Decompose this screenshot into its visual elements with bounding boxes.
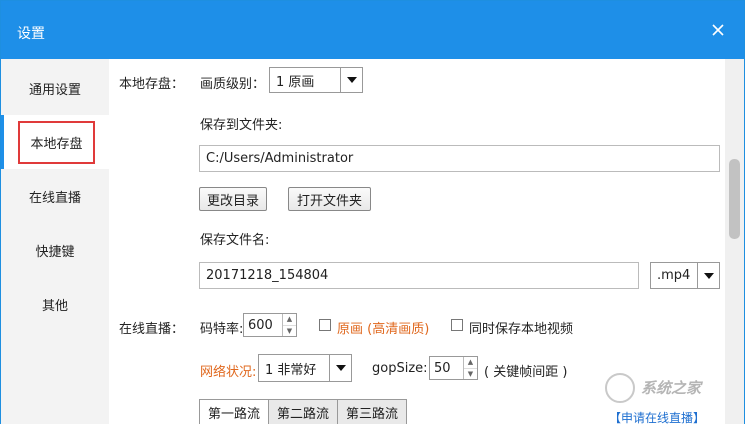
network-value: 1 非常好 [265,362,317,378]
window-title: 设置 [17,26,45,42]
network-label: 网络状况: [200,365,257,380]
quality-select[interactable]: 1 原画 [269,67,363,93]
settings-window: 设置 通用设置 本地存盘 在线直播 快捷键 其他 本地存盘： 画质级别： 1 原… [0,0,745,424]
sidebar-item-label: 其他 [41,298,68,314]
network-select[interactable]: 1 非常好 [258,354,352,382]
original-quality-checkbox[interactable] [319,319,331,331]
open-folder-button[interactable]: 打开文件夹 [288,187,371,211]
sidebar-item-label: 在线直播 [28,190,81,206]
original-quality-label: 原画 (高清画质) [337,322,430,337]
stream-tabs: 第一路流 第二路流 第三路流 [199,399,408,424]
sidebar-item-label: 本地存盘 [18,120,95,164]
chevron-down-icon[interactable] [329,355,351,381]
sidebar-item-label: 通用设置 [28,82,81,98]
settings-content: 本地存盘： 画质级别： 1 原画 保存到文件夹: C:/Users/Admini… [109,59,725,424]
save-folder-input[interactable]: C:/Users/Administrator [199,145,720,172]
bitrate-stepper[interactable]: 600 ▲ ▼ [243,313,297,337]
sidebar-item-live[interactable]: 在线直播 [1,169,109,223]
filename-label: 保存文件名: [200,233,270,248]
sidebar-item-local-storage[interactable]: 本地存盘 [1,115,109,169]
decrement-icon[interactable]: ▼ [464,369,477,380]
stepper-arrows[interactable]: ▲ ▼ [282,314,296,336]
quality-label: 画质级别： [200,77,266,92]
tab-stream-1[interactable]: 第一路流 [199,399,270,424]
save-folder-value: C:/Users/Administrator [206,151,354,166]
quality-value: 1 原画 [276,74,315,90]
extension-value: .mp4 [657,268,691,283]
bitrate-label: 码特率: [200,322,244,337]
decrement-icon[interactable]: ▼ [283,326,296,337]
gopsize-value: 50 [434,360,451,376]
gopsize-label: gopSize: [372,361,428,376]
filename-value: 20171218_154804 [206,268,329,283]
sidebar-item-hotkeys[interactable]: 快捷键 [1,223,109,277]
apply-live-link[interactable]: 【申请在线直播】 [609,409,705,424]
chevron-down-icon[interactable] [697,263,719,288]
save-local-checkbox[interactable] [451,319,463,331]
stepper-arrows[interactable]: ▲ ▼ [463,357,477,379]
gopsize-hint: ( 关键帧间距 ) [484,365,568,380]
sidebar-item-other[interactable]: 其他 [1,277,109,331]
live-section-label: 在线直播： [119,322,185,337]
change-directory-button[interactable]: 更改目录 [199,187,267,211]
watermark-text: 系统之家 [641,379,702,397]
save-local-label: 同时保存本地视频 [469,322,574,337]
chevron-down-icon[interactable] [340,68,362,92]
watermark-logo-icon [605,373,635,403]
filename-input[interactable]: 20171218_154804 [199,262,639,289]
local-section-label: 本地存盘： [119,77,185,92]
sidebar-item-label: 快捷键 [35,244,75,260]
tab-stream-3[interactable]: 第三路流 [337,399,408,424]
close-icon[interactable] [708,20,728,40]
save-folder-label: 保存到文件夹: [200,118,283,133]
increment-icon[interactable]: ▲ [464,357,477,369]
title-bar: 设置 [1,1,744,59]
tab-stream-2[interactable]: 第二路流 [268,399,339,424]
gopsize-stepper[interactable]: 50 ▲ ▼ [429,356,478,380]
bitrate-value: 600 [248,317,273,333]
increment-icon[interactable]: ▲ [283,314,296,326]
sidebar-item-general[interactable]: 通用设置 [1,61,109,115]
vertical-scrollbar[interactable] [725,59,744,424]
sidebar: 通用设置 本地存盘 在线直播 快捷键 其他 [1,59,109,424]
extension-select[interactable]: .mp4 [650,262,720,289]
scrollbar-thumb[interactable] [729,159,740,239]
